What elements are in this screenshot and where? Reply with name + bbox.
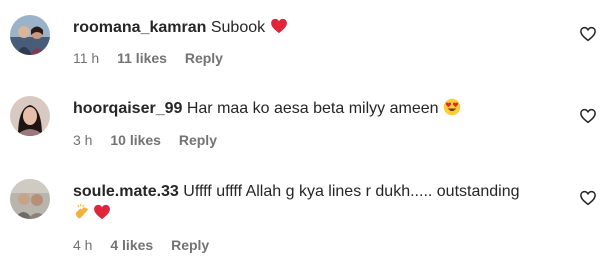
comment-item: soule.mate.33 Uffff uffff Allah g kya li… bbox=[0, 165, 602, 262]
comment-emoji-line bbox=[73, 202, 111, 226]
comment-text: Har maa ko aesa beta milyy ameen bbox=[186, 100, 439, 117]
comment-body: soule.mate.33 Uffff uffff Allah g kya li… bbox=[73, 180, 562, 204]
comment-username[interactable]: roomana_kamran bbox=[73, 19, 206, 36]
comment-likes-count[interactable]: 4 likes bbox=[110, 237, 153, 253]
comment-item: hoorqaiser_99 Har maa ko aesa beta milyy… bbox=[0, 80, 602, 165]
like-heart-outline-icon[interactable] bbox=[579, 107, 597, 125]
comment-time: 4 h bbox=[73, 237, 93, 253]
red-heart-icon bbox=[270, 17, 288, 35]
reply-button[interactable]: Reply bbox=[179, 132, 217, 148]
avatar[interactable] bbox=[10, 96, 50, 136]
comment-username[interactable]: hoorqaiser_99 bbox=[73, 100, 182, 117]
comment-body: hoorqaiser_99 Har maa ko aesa beta milyy… bbox=[73, 97, 562, 121]
comment-likes-count[interactable]: 10 likes bbox=[110, 132, 161, 148]
comment-body: roomana_kamran Subook bbox=[73, 16, 562, 40]
avatar[interactable] bbox=[10, 15, 50, 55]
comment-time: 3 h bbox=[73, 132, 93, 148]
comment-text: Subook bbox=[210, 19, 266, 36]
comment-meta: 4 h 4 likes Reply bbox=[73, 236, 223, 254]
reply-button[interactable]: Reply bbox=[185, 50, 223, 66]
like-heart-outline-icon[interactable] bbox=[579, 25, 597, 43]
comment-item: roomana_kamran Subook 11 h 11 likes Repl… bbox=[0, 0, 602, 80]
comment-time: 11 h bbox=[73, 50, 100, 66]
heart-eyes-emoji-icon bbox=[443, 98, 461, 116]
comment-meta: 3 h 10 likes Reply bbox=[73, 131, 231, 149]
comment-username[interactable]: soule.mate.33 bbox=[73, 183, 179, 200]
like-heart-outline-icon[interactable] bbox=[579, 189, 597, 207]
red-heart-icon bbox=[93, 203, 111, 221]
comment-text: Uffff uffff Allah g kya lines r dukh....… bbox=[183, 183, 520, 200]
comment-meta: 11 h 11 likes Reply bbox=[73, 49, 237, 67]
avatar[interactable] bbox=[10, 179, 50, 219]
reply-button[interactable]: Reply bbox=[171, 237, 209, 253]
clapping-hands-icon bbox=[73, 203, 91, 221]
comment-likes-count[interactable]: 11 likes bbox=[117, 50, 167, 66]
